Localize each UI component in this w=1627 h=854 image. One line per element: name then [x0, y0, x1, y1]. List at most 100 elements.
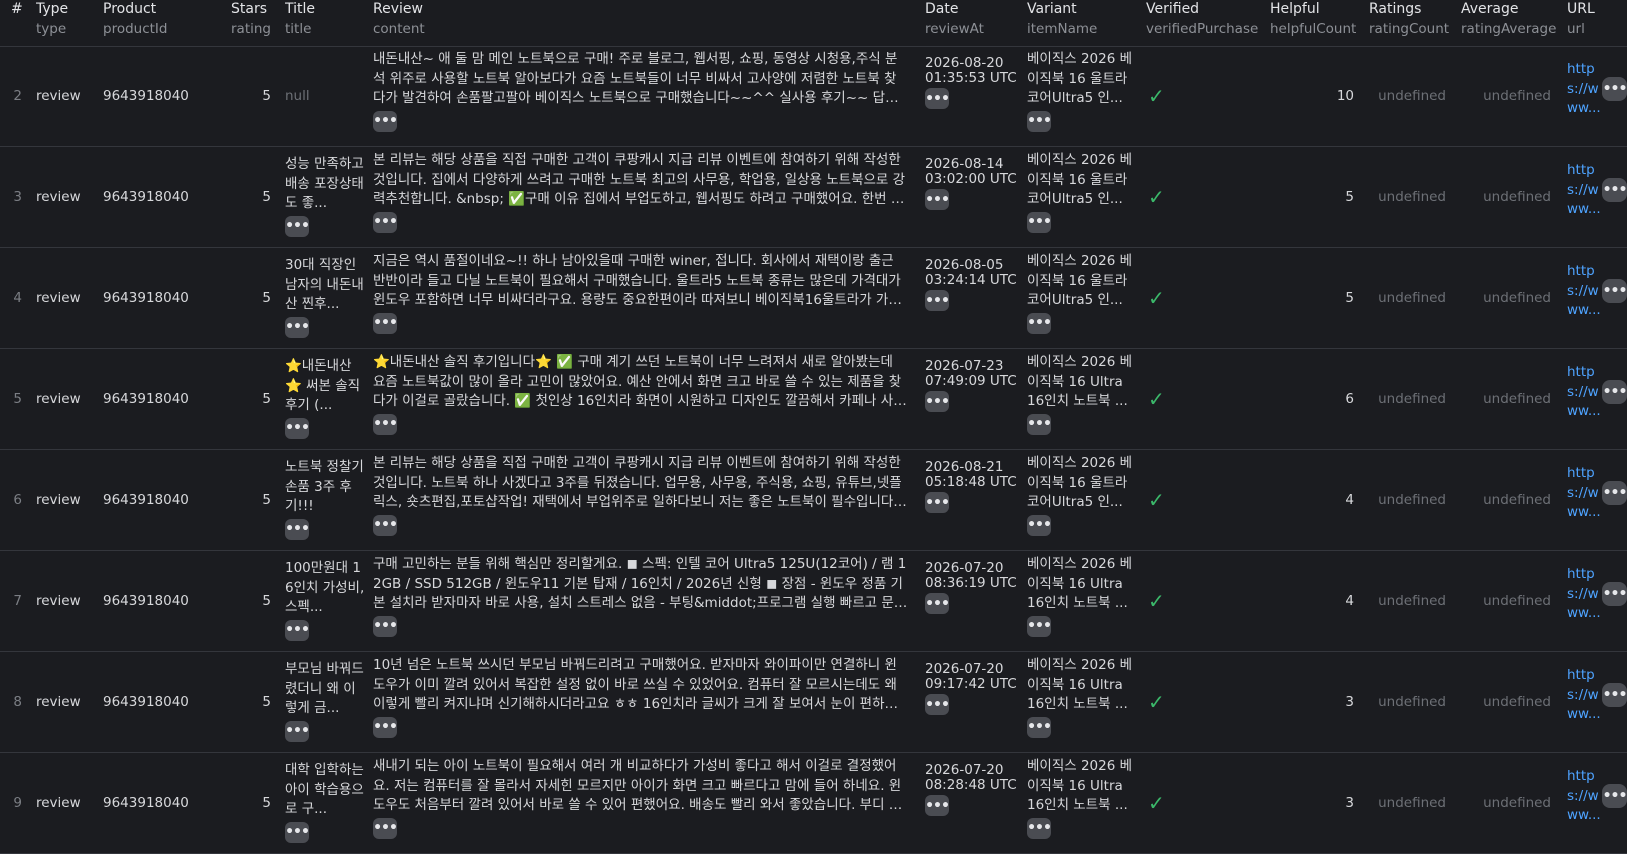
header-num[interactable]: # — [11, 0, 31, 46]
expand-date-button[interactable]: ••• — [925, 593, 950, 614]
ratings-cell[interactable]: undefined — [1369, 248, 1446, 348]
product-cell[interactable]: 9643918040 — [103, 652, 218, 752]
ratings-cell[interactable]: undefined — [1369, 753, 1446, 853]
header-verified[interactable]: Verified verifiedPurchase — [1146, 0, 1271, 46]
row-actions-button[interactable]: ••• — [1602, 279, 1627, 303]
helpful-cell[interactable]: 3 — [1270, 652, 1354, 752]
header-type[interactable]: Type type — [36, 0, 96, 46]
expand-review-button[interactable]: ••• — [373, 312, 398, 334]
review-cell[interactable]: 내돈내산~ 애 둘 맘 메인 노트북으로 구매! 주로 블로그, 웹서핑, 쇼핑… — [373, 50, 908, 142]
variant-cell[interactable]: 베이직스 2026 베이직북 16 울트라코어Ultra5 인... ••• — [1027, 50, 1135, 142]
expand-date-button[interactable]: ••• — [925, 189, 950, 210]
url-link[interactable]: https://www... — [1567, 565, 1602, 624]
expand-review-button[interactable]: ••• — [373, 110, 398, 132]
average-cell[interactable]: undefined — [1461, 652, 1551, 752]
review-cell[interactable]: 구매 고민하는 분들 위해 핵심만 정리할게요. ◼ 스펙: 인텔 코어 Ult… — [373, 555, 908, 647]
ratings-cell[interactable]: undefined — [1369, 652, 1446, 752]
review-cell[interactable]: 새내기 되는 아이 노트북이 필요해서 여러 개 비교하다가 가성비 좋다고 해… — [373, 757, 908, 849]
url-link[interactable]: https://www... — [1567, 666, 1602, 725]
expand-title-button[interactable]: ••• — [285, 821, 310, 843]
title-cell[interactable]: 노트북 정찰기 손품 3주 후기!!! ••• — [285, 458, 365, 546]
average-cell[interactable]: undefined — [1461, 349, 1551, 449]
url-cell[interactable]: https://www... — [1567, 767, 1602, 837]
type-cell[interactable]: review — [36, 248, 96, 348]
title-cell[interactable]: 성능 만족하고 배송 포장상태도 좋... ••• — [285, 155, 365, 243]
title-cell[interactable]: null — [285, 46, 365, 146]
expand-title-button[interactable]: ••• — [285, 518, 310, 540]
date-cell[interactable]: 2026-07-20 08:36:19 UTC ••• — [925, 561, 1017, 647]
product-cell[interactable]: 9643918040 — [103, 551, 218, 651]
expand-variant-button[interactable]: ••• — [1027, 211, 1052, 233]
review-cell[interactable]: 지금은 역시 품절이네요~!! 하나 남아있을때 구매한 winer, 접니다.… — [373, 252, 908, 344]
type-cell[interactable]: review — [36, 450, 96, 550]
review-cell[interactable]: 본 리뷰는 해당 상품을 직접 구매한 고객이 쿠팡캐시 지급 리뷰 이벤트에 … — [373, 151, 908, 243]
ratings-cell[interactable]: undefined — [1369, 450, 1446, 550]
row-actions-button[interactable]: ••• — [1602, 380, 1627, 404]
expand-review-button[interactable]: ••• — [373, 817, 398, 839]
expand-title-button[interactable]: ••• — [285, 215, 310, 237]
table-row[interactable]: 6 review 9643918040 5 노트북 정찰기 손품 3주 후기!!… — [0, 450, 1627, 551]
variant-cell[interactable]: 베이직스 2026 베이직북 16 울트라코어Ultra5 인... ••• — [1027, 454, 1135, 546]
date-cell[interactable]: 2026-08-21 05:18:48 UTC ••• — [925, 460, 1017, 546]
expand-title-button[interactable]: ••• — [285, 316, 310, 338]
review-cell[interactable]: 본 리뷰는 해당 상품을 직접 구매한 고객이 쿠팡캐시 지급 리뷰 이벤트에 … — [373, 454, 908, 546]
product-cell[interactable]: 9643918040 — [103, 349, 218, 449]
average-cell[interactable]: undefined — [1461, 551, 1551, 651]
url-cell[interactable]: https://www... — [1567, 60, 1602, 130]
table-row[interactable]: 5 review 9643918040 5 ⭐내돈내산⭐ 써본 솔직 후기 (.… — [0, 349, 1627, 450]
variant-cell[interactable]: 베이직스 2026 베이직북 16 울트라코어Ultra5 인... ••• — [1027, 151, 1135, 243]
type-cell[interactable]: review — [36, 551, 96, 651]
helpful-cell[interactable]: 3 — [1270, 753, 1354, 853]
header-average[interactable]: Average ratingAverage — [1461, 0, 1560, 46]
rating-cell[interactable]: 5 — [231, 248, 271, 348]
review-cell[interactable]: ⭐내돈내산 솔직 후기입니다⭐ ✅ 구매 계기 쓰던 노트북이 너무 느려져서 … — [373, 353, 908, 445]
date-cell[interactable]: 2026-07-20 09:17:42 UTC ••• — [925, 662, 1017, 748]
expand-review-button[interactable]: ••• — [373, 615, 398, 637]
expand-review-button[interactable]: ••• — [373, 716, 398, 738]
row-actions-button[interactable]: ••• — [1602, 784, 1627, 808]
header-date[interactable]: Date reviewAt — [925, 0, 1020, 46]
product-cell[interactable]: 9643918040 — [103, 46, 218, 146]
header-title[interactable]: Title title — [285, 0, 365, 46]
helpful-cell[interactable]: 6 — [1270, 349, 1354, 449]
row-actions-button[interactable]: ••• — [1602, 178, 1627, 202]
url-cell[interactable]: https://www... — [1567, 262, 1602, 332]
url-link[interactable]: https://www... — [1567, 60, 1602, 119]
url-link[interactable]: https://www... — [1567, 262, 1602, 321]
url-link[interactable]: https://www... — [1567, 767, 1602, 826]
url-cell[interactable]: https://www... — [1567, 464, 1602, 534]
variant-cell[interactable]: 베이직스 2026 베이직북 16 Ultra 16인치 노트북 ... ••• — [1027, 555, 1135, 647]
header-url[interactable]: URL url — [1567, 0, 1607, 46]
product-cell[interactable]: 9643918040 — [103, 753, 218, 853]
header-helpful[interactable]: Helpful helpfulCount — [1270, 0, 1358, 46]
helpful-cell[interactable]: 5 — [1270, 248, 1354, 348]
expand-review-button[interactable]: ••• — [373, 413, 398, 435]
title-cell[interactable]: 100만원대 16인치 가성비, 스펙... ••• — [285, 559, 365, 647]
rating-cell[interactable]: 5 — [231, 450, 271, 550]
product-cell[interactable]: 9643918040 — [103, 248, 218, 348]
rating-cell[interactable]: 5 — [231, 147, 271, 247]
expand-review-button[interactable]: ••• — [373, 211, 398, 233]
row-actions-button[interactable]: ••• — [1602, 683, 1627, 707]
table-row[interactable]: 8 review 9643918040 5 부모님 바꿔드렸더니 왜 이렇게 금… — [0, 652, 1627, 753]
url-link[interactable]: https://www... — [1567, 464, 1602, 523]
date-cell[interactable]: 2026-08-14 03:02:00 UTC ••• — [925, 157, 1017, 243]
helpful-cell[interactable]: 10 — [1270, 46, 1354, 146]
rating-cell[interactable]: 5 — [231, 46, 271, 146]
rating-cell[interactable]: 5 — [231, 349, 271, 449]
type-cell[interactable]: review — [36, 753, 96, 853]
expand-date-button[interactable]: ••• — [925, 795, 950, 816]
product-cell[interactable]: 9643918040 — [103, 147, 218, 247]
expand-variant-button[interactable]: ••• — [1027, 312, 1052, 334]
url-link[interactable]: https://www... — [1567, 363, 1602, 422]
rating-cell[interactable]: 5 — [231, 753, 271, 853]
table-row[interactable]: 4 review 9643918040 5 30대 직장인 남자의 내돈내산 찐… — [0, 248, 1627, 349]
variant-cell[interactable]: 베이직스 2026 베이직북 16 울트라코어Ultra5 인... ••• — [1027, 252, 1135, 344]
url-cell[interactable]: https://www... — [1567, 666, 1602, 736]
header-variant[interactable]: Variant itemName — [1027, 0, 1142, 46]
table-row[interactable]: 9 review 9643918040 5 대학 입학하는 아이 학습용으로 구… — [0, 753, 1627, 854]
table-row[interactable]: 7 review 9643918040 5 100만원대 16인치 가성비, 스… — [0, 551, 1627, 652]
product-cell[interactable]: 9643918040 — [103, 450, 218, 550]
title-cell[interactable]: 대학 입학하는 아이 학습용으로 구... ••• — [285, 761, 365, 849]
average-cell[interactable]: undefined — [1461, 753, 1551, 853]
